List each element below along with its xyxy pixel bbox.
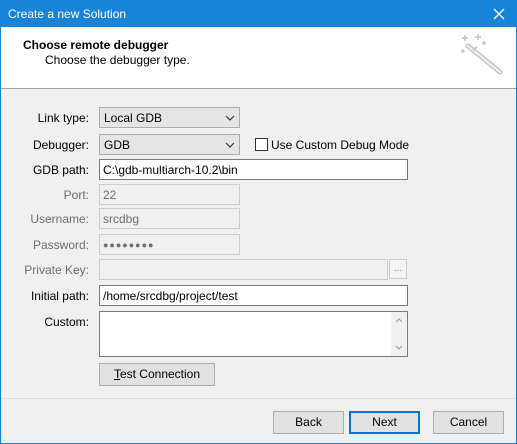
private-key-input[interactable] — [99, 259, 388, 280]
checkbox-box[interactable] — [255, 138, 268, 151]
title-bar[interactable]: Create a new Solution — [1, 1, 516, 27]
private-key-label: Private Key: — [24, 263, 89, 277]
gdb-path-label: GDB path: — [32, 163, 89, 177]
link-type-label: Link type: — [37, 111, 89, 125]
link-type-select[interactable]: Local GDB — [99, 107, 240, 128]
port-input[interactable]: 22 — [99, 184, 240, 205]
custom-textarea[interactable] — [99, 311, 408, 357]
next-button[interactable]: Next — [349, 411, 420, 434]
debugger-label: Debugger: — [32, 138, 89, 152]
port-label: Port: — [63, 188, 89, 202]
custom-debug-mode-label[interactable]: Use Custom Debug Mode — [271, 138, 409, 152]
custom-label: Custom: — [44, 315, 89, 329]
link-type-value: Local GDB — [104, 111, 163, 125]
debugger-value: GDB — [104, 138, 131, 152]
chevron-down-icon — [225, 142, 235, 148]
browse-private-key-button[interactable]: ... — [389, 259, 407, 279]
password-input[interactable]: ●●●●●●●● — [99, 234, 240, 255]
initial-path-label: Initial path: — [30, 289, 89, 303]
cancel-button[interactable]: Cancel — [433, 411, 504, 434]
page-subtitle: Choose the debugger type. — [45, 53, 190, 67]
gdb-path-input[interactable]: C:\gdb-multiarch-10.2\bin — [99, 159, 408, 180]
username-input[interactable]: srcdbg — [99, 208, 240, 229]
test-connection-button[interactable]: Test Connection — [99, 363, 215, 386]
test-connection-label: est Connection — [119, 367, 201, 381]
password-value: ●●●●●●●● — [103, 240, 155, 250]
debugger-select[interactable]: GDB — [99, 134, 240, 155]
scroll-up-icon[interactable] — [395, 317, 403, 323]
close-button[interactable] — [482, 1, 516, 27]
initial-path-input[interactable]: /home/srcdbg/project/test — [99, 285, 408, 306]
window-title: Create a new Solution — [8, 7, 127, 21]
username-value: srcdbg — [103, 212, 140, 226]
back-button[interactable]: Back — [273, 411, 344, 434]
initial-path-value: /home/srcdbg/project/test — [103, 289, 238, 303]
custom-scrollbar[interactable] — [391, 312, 407, 356]
username-label: Username: — [30, 212, 89, 226]
wizard-header: Choose remote debugger Choose the debugg… — [1, 27, 516, 89]
password-label: Password: — [32, 238, 89, 252]
gdb-path-value: C:\gdb-multiarch-10.2\bin — [103, 163, 238, 177]
magic-wand-icon — [461, 34, 503, 75]
page-title: Choose remote debugger — [23, 38, 169, 52]
port-value: 22 — [103, 188, 117, 202]
dialog-window: Create a new Solution Choose remote debu… — [0, 0, 517, 444]
scroll-down-icon[interactable] — [395, 345, 403, 351]
footer-separator — [1, 398, 516, 399]
close-icon — [493, 8, 505, 20]
chevron-down-icon — [225, 115, 235, 121]
